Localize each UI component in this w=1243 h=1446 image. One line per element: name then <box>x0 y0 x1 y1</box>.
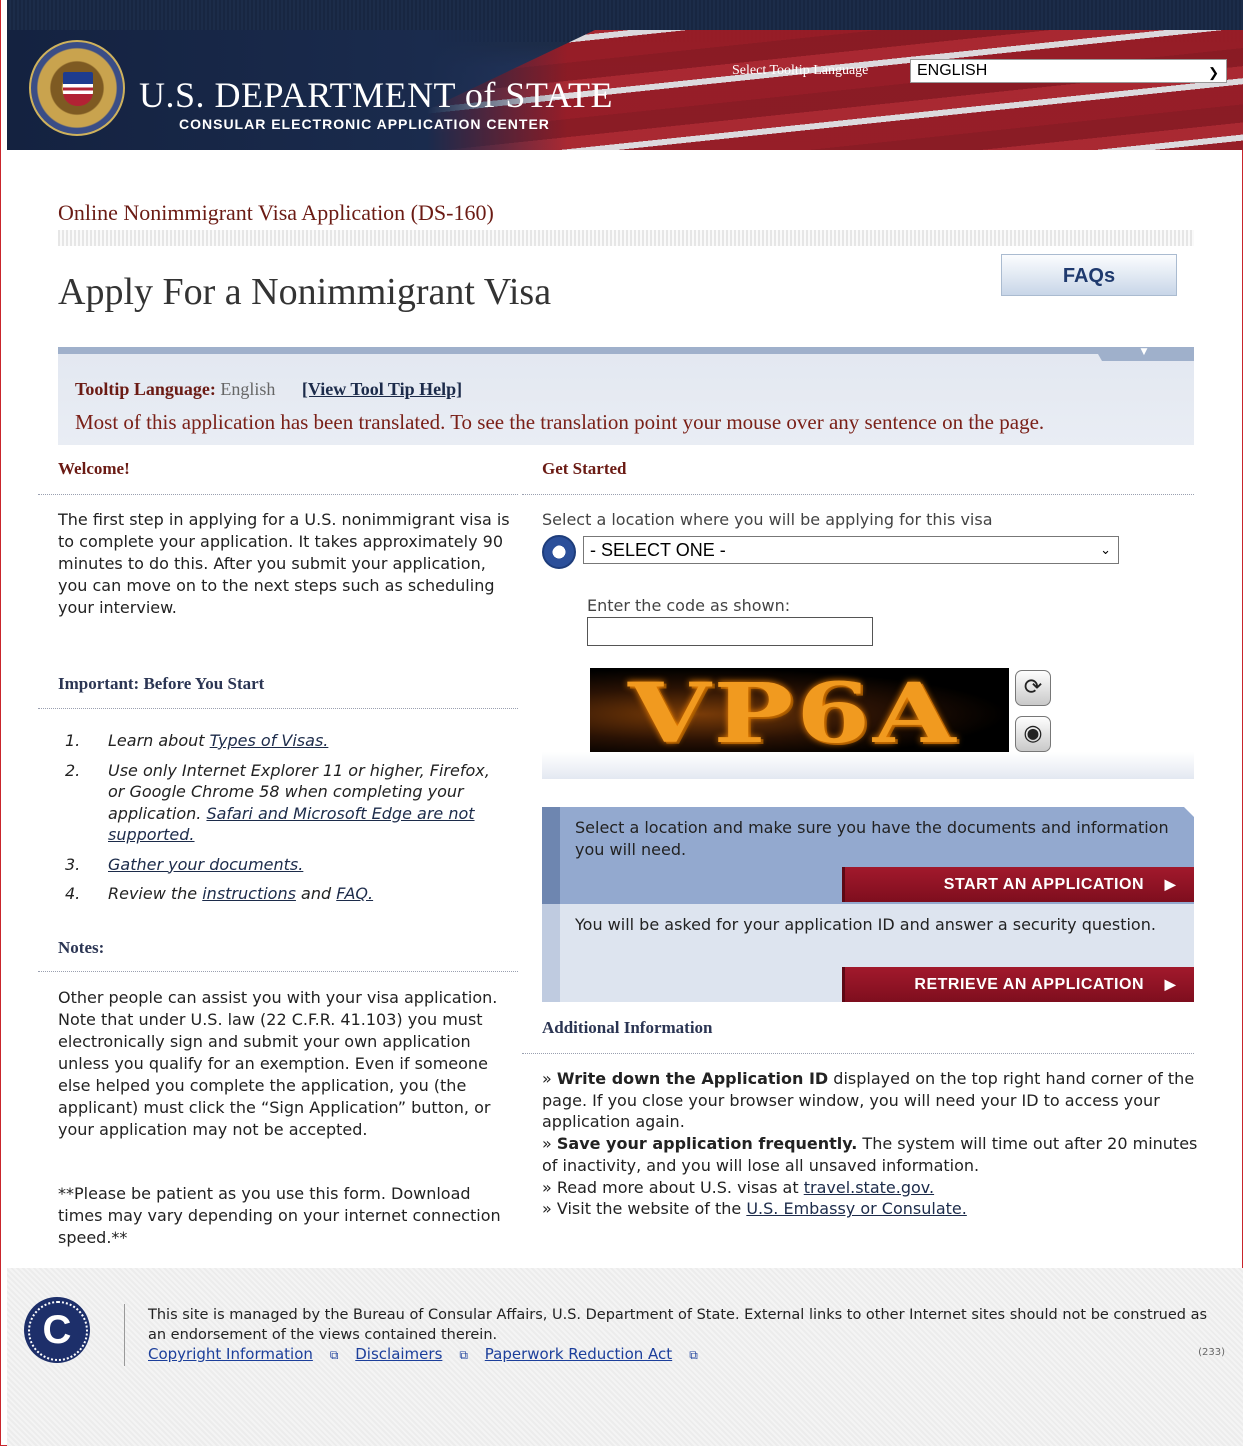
retrieve-application-text: You will be asked for your application I… <box>575 915 1156 934</box>
captcha-image: VP6A <box>590 668 1009 752</box>
retrieve-application-panel: You will be asked for your application I… <box>542 904 1194 1002</box>
divider <box>38 708 518 709</box>
footer-links: Copyright Information ⧉ Disclaimers ⧉ Pape… <box>148 1345 698 1363</box>
get-started-heading: Get Started <box>542 459 627 478</box>
chevron-down-icon: ❯ <box>1208 65 1219 80</box>
translation-message: Most of this application has been transl… <box>75 410 1045 434</box>
arrow-right-icon: ▶ <box>1164 976 1176 992</box>
tooltip-bar: ▼ Tooltip Language: English [View Tool T… <box>58 347 1194 445</box>
divider <box>38 971 518 972</box>
tooltip-language-key: Tooltip Language: <box>75 379 216 399</box>
list-item: » Read more about U.S. visas at travel.s… <box>542 1177 935 1197</box>
collapse-tab[interactable]: ▼ <box>1094 347 1194 361</box>
embassy-link[interactable]: U.S. Embassy or Consulate. <box>746 1199 967 1218</box>
captcha-label: Enter the code as shown: <box>587 596 791 615</box>
tooltip-language-info: Tooltip Language: English [View Tool Tip… <box>75 379 462 400</box>
divider <box>522 494 1194 495</box>
welcome-text: The first step in applying for a U.S. no… <box>58 510 510 617</box>
site-header: U.S. DEPARTMENT of STATE CONSULAR ELECTR… <box>7 0 1243 150</box>
important-heading: Important: Before You Start <box>58 674 265 693</box>
notes-text: Other people can assist you with your vi… <box>58 988 498 1139</box>
footer-separator <box>124 1304 125 1366</box>
globe-icon <box>542 535 576 569</box>
start-application-button[interactable]: START AN APPLICATION ▶ <box>842 867 1194 902</box>
department-seal-icon <box>29 40 125 136</box>
retrieve-application-button[interactable]: RETRIEVE AN APPLICATION ▶ <box>842 967 1194 1002</box>
faq-link[interactable]: FAQ. <box>336 884 373 903</box>
refresh-icon[interactable]: ⟳ <box>1015 670 1051 706</box>
audio-icon[interactable]: ◉ <box>1015 716 1051 752</box>
gather-documents-link[interactable]: Gather your documents. <box>108 855 303 874</box>
list-item: 2. Use only Internet Explorer 11 or high… <box>65 760 490 845</box>
footer-text: This site is managed by the Bureau of Co… <box>148 1307 1208 1343</box>
chevron-down-icon: ⌄ <box>1100 542 1111 557</box>
page-title: Apply For a Nonimmigrant Visa <box>58 271 552 313</box>
start-application-text: Select a location and make sure you have… <box>575 818 1169 859</box>
captcha-text: VP6A <box>628 668 959 752</box>
divider <box>38 494 518 495</box>
list-item: 1. Learn about Types of Visas. <box>65 731 329 750</box>
notes-heading: Notes: <box>58 938 105 957</box>
list-item: 3. Gather your documents. <box>65 854 304 874</box>
disclaimers-link[interactable]: Disclaimers <box>355 1345 442 1363</box>
list-item: » Write down the Application ID displaye… <box>542 1069 1195 1132</box>
tooltip-language-current: English <box>220 379 276 399</box>
external-link-icon: ⧉ <box>459 1348 468 1362</box>
consular-affairs-logo-icon: C <box>24 1297 90 1363</box>
travel-state-link[interactable]: travel.state.gov. <box>804 1178 934 1197</box>
divider <box>522 1053 1194 1054</box>
tooltip-language-value: ENGLISH <box>917 62 988 79</box>
welcome-heading: Welcome! <box>58 459 130 478</box>
external-link-icon: ⧉ <box>689 1348 698 1362</box>
faqs-button[interactable]: FAQs <box>1001 254 1177 296</box>
location-select-value: - SELECT ONE - <box>590 540 726 560</box>
application-subtitle: Online Nonimmigrant Visa Application (DS… <box>58 200 494 225</box>
tooltip-language-label: Select Tooltip Language <box>732 63 869 78</box>
instructions-link[interactable]: instructions <box>202 884 296 903</box>
additional-info-text: » Write down the Application ID displaye… <box>542 1068 1202 1220</box>
types-of-visas-link[interactable]: Types of Visas. <box>210 731 329 750</box>
location-label: Select a location where you will be appl… <box>542 510 993 529</box>
steps-list: 1. Learn about Types of Visas. 2. Use on… <box>65 730 505 913</box>
external-link-icon: ⧉ <box>329 1348 339 1362</box>
list-item: » Visit the website of the U.S. Embassy … <box>542 1199 967 1219</box>
captcha-input[interactable] <box>587 617 873 646</box>
site-footer: C This site is managed by the Bureau of … <box>7 1268 1243 1446</box>
list-item: » Save your application frequently. The … <box>542 1134 1198 1175</box>
department-title: U.S. DEPARTMENT of STATE <box>139 75 614 115</box>
patience-text: **Please be patient as you use this form… <box>58 1184 501 1247</box>
additional-info-heading: Additional Information <box>542 1018 713 1037</box>
dotted-separator <box>58 230 1194 246</box>
page-counter: (233) <box>1198 1347 1225 1358</box>
tooltip-language-select[interactable]: ENGLISH ❯ <box>910 59 1227 83</box>
gradient-band <box>542 752 1194 779</box>
arrow-right-icon: ▶ <box>1164 876 1176 892</box>
copyright-link[interactable]: Copyright Information <box>148 1345 313 1363</box>
department-subtitle: CONSULAR ELECTRONIC APPLICATION CENTER <box>179 116 550 132</box>
start-application-panel: Select a location and make sure you have… <box>542 807 1194 904</box>
list-item: 4. Review the instructions and FAQ. <box>65 884 374 903</box>
view-tooltip-help-link[interactable]: [View Tool Tip Help] <box>302 379 462 399</box>
location-select[interactable]: - SELECT ONE - ⌄ <box>583 536 1119 564</box>
paperwork-reduction-link[interactable]: Paperwork Reduction Act <box>485 1345 672 1363</box>
